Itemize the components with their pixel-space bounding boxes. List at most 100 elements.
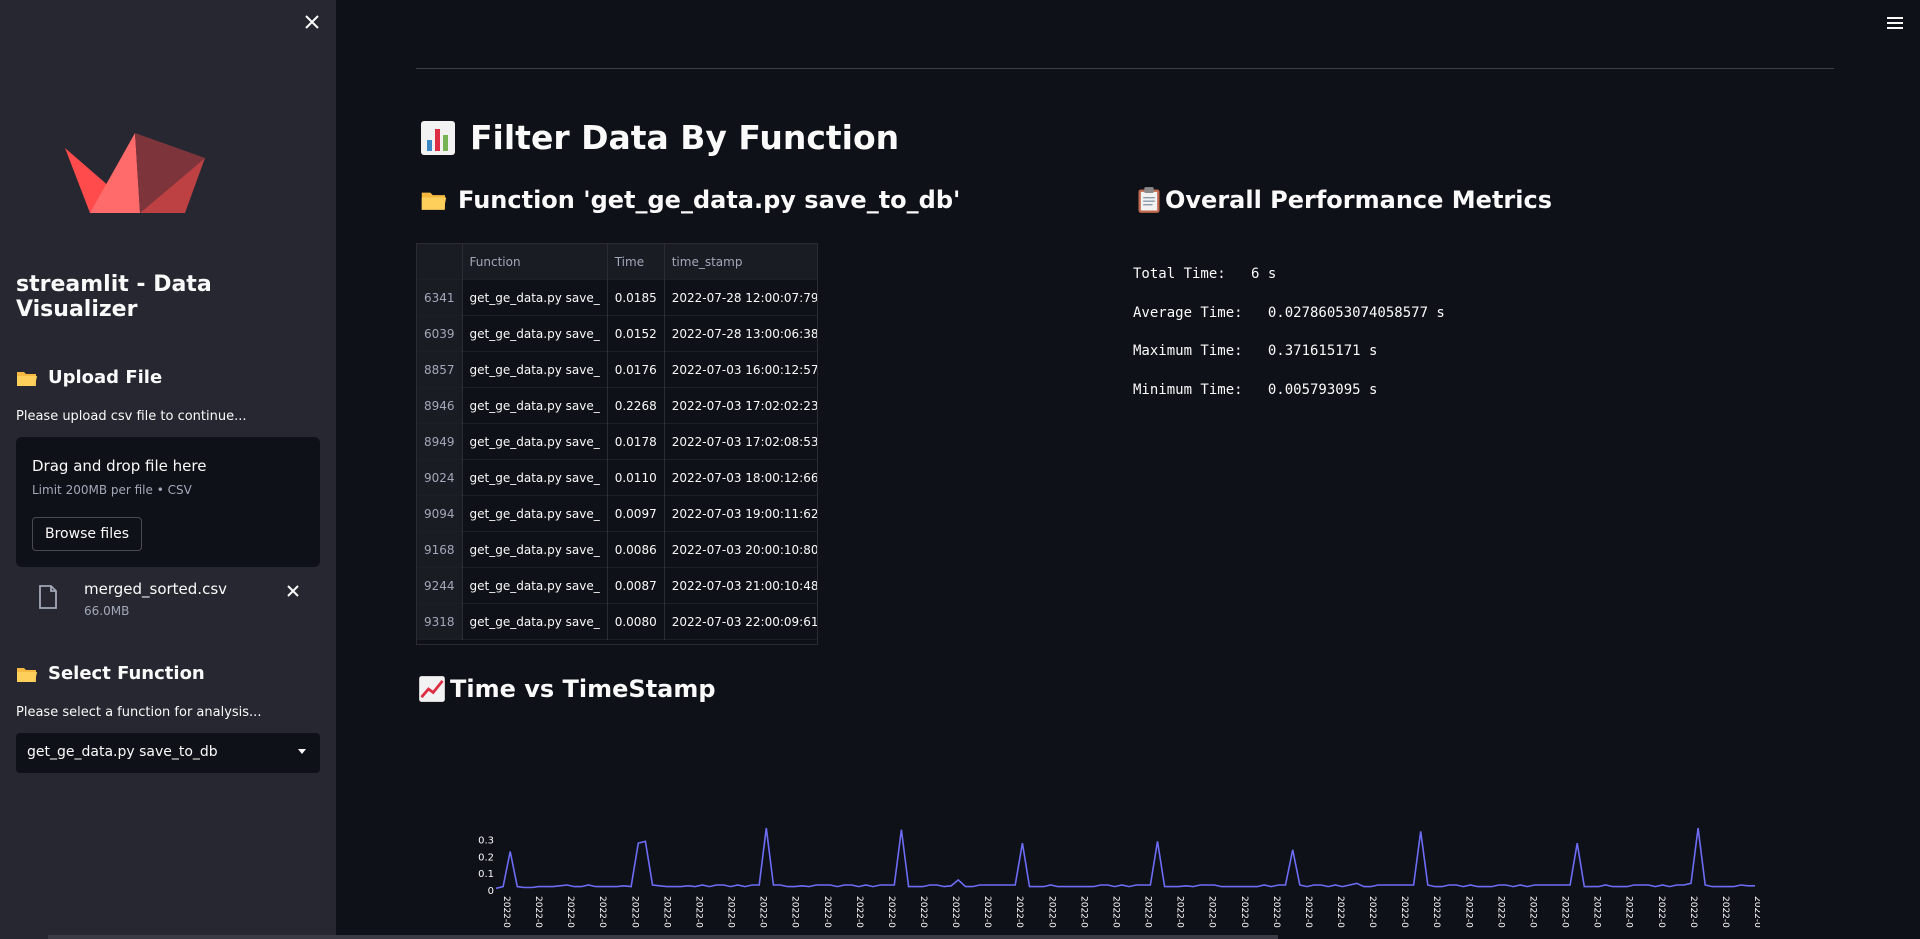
hamburger-menu-icon[interactable] <box>1886 16 1904 30</box>
function-cell[interactable]: get_ge_data.py save_ <box>462 351 608 388</box>
function-cell[interactable]: get_ge_data.py save_ <box>462 531 608 568</box>
data-table[interactable]: Function Time time_stamp 6341 get_ge_data… <box>416 243 818 645</box>
timestamp-cell[interactable]: 2022-07-28 12:00:07:798909 <box>664 279 817 316</box>
x-tick-label: 2022-0 <box>1367 896 1377 928</box>
function-heading: Function 'get_ge_data.py save_to_db' <box>420 186 960 214</box>
metric-maximum-time: Maximum Time: 0.371615171 s <box>1133 343 1378 359</box>
metric-minimum-time: Minimum Time: 0.005793095 s <box>1133 381 1378 398</box>
y-tick-label: 0.1 <box>478 869 494 880</box>
timestamp-cell[interactable]: 2022-07-03 20:00:10:806609 <box>664 531 817 568</box>
time-cell[interactable]: 0.0086 <box>607 531 665 568</box>
time-cell[interactable]: 0.0110 <box>607 459 665 496</box>
timestamp-cell[interactable]: 2022-07-03 19:00:11:623302 <box>664 495 817 532</box>
function-cell[interactable]: get_ge_data.py save_ <box>462 387 608 424</box>
x-tick-label: 2022-0 <box>1688 896 1698 928</box>
y-tick-label: 0.2 <box>478 852 494 863</box>
folder-icon <box>17 667 37 682</box>
x-tick-label: 2022-0 <box>1560 896 1570 928</box>
timestamp-cell[interactable]: 2022-07-03 16:00:12:579232 <box>664 351 817 388</box>
time-cell[interactable]: 0.0087 <box>607 567 665 604</box>
chart-heading-label: Time vs TimeStamp <box>450 675 716 703</box>
column-header[interactable]: time_stamp <box>664 244 817 280</box>
x-tick-label: 2022-0 <box>1528 896 1538 928</box>
row-index[interactable]: 8949 <box>417 423 463 460</box>
timestamp-cell[interactable]: 2022-07-03 18:00:12:669080 <box>664 459 817 496</box>
function-cell[interactable]: get_ge_data.py save_ <box>462 279 608 316</box>
time-cell[interactable]: 0.2268 <box>607 387 665 424</box>
x-tick-label: 2022-0 <box>1495 896 1505 928</box>
x-tick-label: 2022-0 <box>1431 896 1441 928</box>
page-title-label: Filter Data By Function <box>470 118 900 157</box>
table-row[interactable]: 9318 get_ge_data.py save_ 0.0080 2022-07-03… <box>417 603 817 640</box>
select-heading: Select Function <box>16 663 205 684</box>
table-row[interactable]: 8946 get_ge_data.py save_ 0.2268 2022-07-03… <box>417 387 817 424</box>
row-index[interactable]: 9024 <box>417 459 463 496</box>
time-cell[interactable]: 0.0097 <box>607 495 665 532</box>
table-row[interactable]: 9168 get_ge_data.py save_ 0.0086 2022-07-03… <box>417 531 817 568</box>
function-cell[interactable]: get_ge_data.py save_ <box>462 567 608 604</box>
function-select-value: get_ge_data.py save_to_db <box>27 744 218 760</box>
time-cell[interactable]: 0.0176 <box>607 351 665 388</box>
x-tick-label: 2022-0 <box>1175 896 1185 928</box>
streamlit-logo <box>65 133 205 213</box>
clipboard-icon <box>1138 187 1160 213</box>
x-tick-label: 2022-0 <box>1078 896 1088 928</box>
function-cell[interactable]: get_ge_data.py save_ <box>462 423 608 460</box>
app-title: streamlit - Data Visualizer <box>16 272 212 322</box>
x-tick-label: 2022-0 <box>1592 896 1602 928</box>
close-icon[interactable] <box>300 10 324 34</box>
caret-down-icon <box>298 749 306 754</box>
function-cell[interactable]: get_ge_data.py save_ <box>462 459 608 496</box>
time-line-chart[interactable]: 0.3 0.2 0.1 0 2022-0 2022-0 2022-0 2022-0 2022-0… <box>470 820 1760 939</box>
upload-prompt: Please upload csv file to continue... <box>16 409 247 424</box>
column-header[interactable]: Time <box>607 244 665 280</box>
table-row[interactable]: 9244 get_ge_data.py save_ 0.0087 2022-07-03… <box>417 567 817 604</box>
row-index[interactable]: 9244 <box>417 567 463 604</box>
dropzone-title: Drag and drop file here <box>32 457 207 475</box>
browse-files-button[interactable]: Browse files <box>32 517 143 551</box>
performance-metrics: Total Time: 6 s Average Time: 0.02786053… <box>1133 266 1445 420</box>
file-dropzone[interactable]: Drag and drop file here Limit 200MB per … <box>16 437 320 567</box>
time-cell[interactable]: 0.0080 <box>607 603 665 640</box>
row-index[interactable]: 8946 <box>417 387 463 424</box>
table-row[interactable]: 9024 get_ge_data.py save_ 0.0110 2022-07-03… <box>417 459 817 496</box>
x-tick-label: 2022-0 <box>1239 896 1249 928</box>
row-index[interactable]: 8857 <box>417 351 463 388</box>
row-index[interactable]: 6039 <box>417 315 463 352</box>
x-tick-label: 2022-0 <box>1271 896 1281 928</box>
function-cell[interactable]: get_ge_data.py save_ <box>462 603 608 640</box>
x-tick-label: 2022-0 <box>1335 896 1345 928</box>
row-index[interactable]: 9094 <box>417 495 463 532</box>
time-cell[interactable]: 0.0185 <box>607 279 665 316</box>
timestamp-cell[interactable]: 2022-07-03 17:02:02:237672 <box>664 387 817 424</box>
row-index[interactable]: 6341 <box>417 279 463 316</box>
remove-file-icon[interactable] <box>284 582 302 600</box>
time-cell[interactable]: 0.0178 <box>607 423 665 460</box>
row-index[interactable]: 9168 <box>417 531 463 568</box>
x-tick-label: 2022-0 <box>854 896 864 928</box>
function-cell[interactable]: get_ge_data.py save_ <box>462 315 608 352</box>
function-heading-label: Function 'get_ge_data.py save_to_db' <box>458 186 961 214</box>
row-index[interactable]: 9318 <box>417 603 463 640</box>
horizontal-scrollbar[interactable] <box>48 935 1278 939</box>
table-row[interactable]: 9094 get_ge_data.py save_ 0.0097 2022-07-03… <box>417 495 817 532</box>
table-row[interactable]: 8949 get_ge_data.py save_ 0.0178 2022-07-03… <box>417 423 817 460</box>
x-tick-label: 2022-0 <box>1720 896 1730 928</box>
table-row[interactable]: 8857 get_ge_data.py save_ 0.0176 2022-07-03… <box>417 351 817 388</box>
time-cell[interactable]: 0.0152 <box>607 315 665 352</box>
column-header[interactable]: Function <box>462 244 608 280</box>
table-row[interactable]: 6039 get_ge_data.py save_ 0.0152 2022-07-28… <box>417 315 817 352</box>
x-tick-label: 2022-0 <box>1624 896 1634 928</box>
function-select[interactable]: get_ge_data.py save_to_db <box>16 733 320 773</box>
timestamp-cell[interactable]: 2022-07-03 17:02:08:538763 <box>664 423 817 460</box>
x-tick-label: 2022-0 <box>1207 896 1217 928</box>
column-header[interactable] <box>417 244 463 280</box>
timestamp-cell[interactable]: 2022-07-03 22:00:09:617428 <box>664 603 817 640</box>
divider <box>416 68 1834 69</box>
timestamp-cell[interactable]: 2022-07-28 13:00:06:389217 <box>664 315 817 352</box>
timestamp-cell[interactable]: 2022-07-03 21:00:10:484696 <box>664 567 817 604</box>
table-row[interactable]: 6341 get_ge_data.py save_ 0.0185 2022-07-28… <box>417 279 817 316</box>
dropzone-limit: Limit 200MB per file • CSV <box>32 483 192 497</box>
function-cell[interactable]: get_ge_data.py save_ <box>462 495 608 532</box>
chart-heading: Time vs TimeStamp <box>418 675 716 703</box>
